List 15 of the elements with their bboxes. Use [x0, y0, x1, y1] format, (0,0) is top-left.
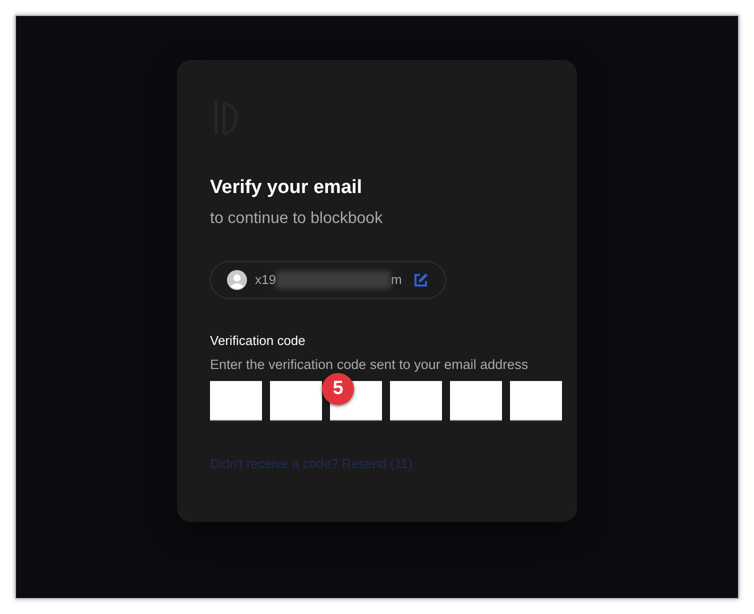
code-digit-field[interactable] — [510, 381, 562, 421]
code-digit-field[interactable] — [450, 381, 502, 421]
account-pill[interactable]: x19 m — [210, 260, 446, 298]
field-label: Verification code — [210, 332, 306, 350]
helper-text: Enter the verification code sent to your email address — [210, 356, 528, 374]
code-digit-field[interactable] — [270, 381, 322, 421]
edit-icon[interactable] — [413, 272, 429, 288]
step-tooltip: 5 — [322, 373, 354, 405]
code-digit-field[interactable] — [390, 381, 442, 421]
avatar-icon — [227, 270, 247, 290]
page-title: Verify your email — [210, 176, 364, 200]
email-text: x19 — [255, 270, 276, 289]
code-digit-field[interactable] — [210, 381, 262, 421]
email-text: m — [390, 270, 402, 289]
subtitle: to continue to blockbook — [210, 208, 384, 228]
